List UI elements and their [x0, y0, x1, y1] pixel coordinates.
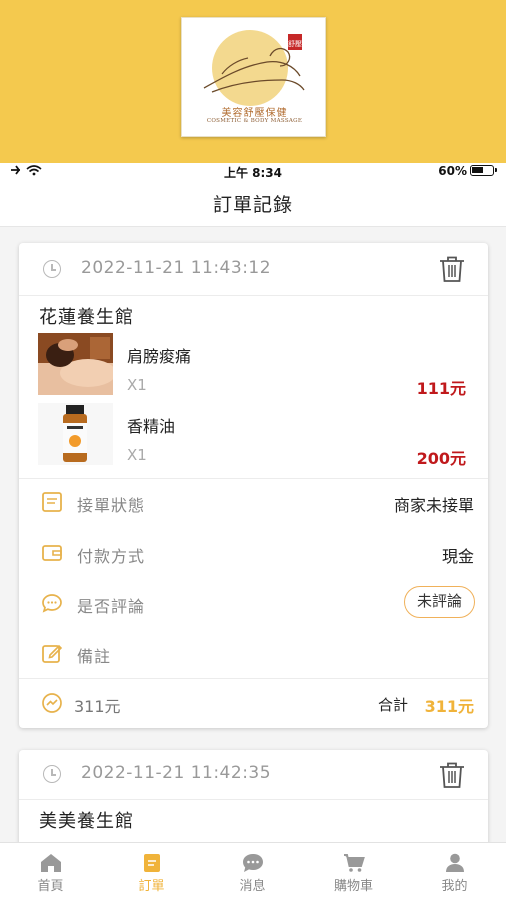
status-value: 商家未接單 [393, 496, 474, 515]
item-quantity: X1 [127, 446, 147, 464]
item-name: 肩膀痠痛 [127, 347, 192, 366]
trash-icon[interactable] [437, 760, 467, 790]
order-timestamp: 2022-11-21 11:42:35 [81, 763, 272, 783]
tab-profile[interactable]: 我的 [404, 843, 505, 900]
tab-label: 消息 [239, 879, 266, 894]
item-quantity: X1 [127, 376, 147, 394]
orders-icon [144, 854, 160, 872]
divider [19, 478, 488, 479]
divider [19, 295, 488, 296]
tab-home[interactable]: 首頁 [0, 843, 101, 900]
note-label: 備註 [77, 647, 112, 666]
shop-name: 美美養生館 [39, 811, 134, 832]
home-icon [41, 854, 61, 872]
total-label: 合計 [377, 696, 408, 714]
tab-bar: 首頁 訂單 消息 購物車 我的 [0, 842, 506, 900]
user-icon [446, 853, 464, 872]
order-header: 2022-11-21 11:43:12 [19, 243, 488, 295]
document-icon [42, 492, 62, 512]
order-header: 2022-11-21 11:42:35 [19, 750, 488, 798]
tab-messages[interactable]: 消息 [202, 843, 303, 900]
trash-icon[interactable] [437, 254, 467, 284]
brand-logo: 舒壓 美容舒壓保健 COSMETIC & BODY MASSAGE [181, 17, 326, 137]
tab-cart[interactable]: 購物車 [303, 843, 404, 900]
status-bar: 上午 8:34 60% [0, 163, 506, 181]
battery-percent: 60% [438, 164, 467, 178]
tab-orders[interactable]: 訂單 [101, 843, 202, 900]
brand-name-en: COSMETIC & BODY MASSAGE [206, 118, 303, 124]
battery-icon [470, 165, 497, 176]
divider [19, 678, 488, 679]
header-banner: 舒壓 美容舒壓保健 COSMETIC & BODY MASSAGE [0, 0, 506, 163]
tab-label: 首頁 [37, 879, 64, 894]
payment-label: 付款方式 [77, 547, 146, 566]
battery-indicator: 60% [438, 164, 497, 178]
svg-text:舒壓: 舒壓 [288, 39, 302, 48]
item-price: 111元 [416, 379, 466, 398]
item-thumbnail [38, 403, 113, 465]
nav-bar: 訂單記錄 [0, 181, 506, 227]
subtotal-amount: 311元 [74, 697, 121, 716]
massage-photo [38, 333, 113, 395]
payment-value: 現金 [441, 547, 474, 566]
chat-icon [243, 854, 263, 872]
clock-icon [43, 260, 61, 278]
wallet-icon [42, 545, 62, 561]
tab-label: 訂單 [138, 879, 165, 894]
comment-icon [42, 594, 62, 613]
tab-label: 購物車 [333, 879, 373, 894]
edit-note-icon [42, 644, 63, 663]
status-label: 接單狀態 [77, 496, 146, 515]
essential-oil-bottle [38, 403, 113, 465]
item-price: 200元 [416, 449, 466, 468]
total-amount: 311元 [424, 697, 474, 716]
page-title: 訂單記錄 [212, 194, 293, 216]
item-name: 香精油 [127, 417, 176, 436]
trend-icon [42, 693, 62, 713]
status-time: 上午 8:34 [223, 166, 283, 180]
cart-icon [344, 854, 365, 872]
divider [19, 799, 488, 800]
order-card: 2022-11-21 11:43:12 花蓮養生館 肩膀痠痛 X1 111元 香… [19, 243, 488, 728]
clock-icon [43, 765, 61, 783]
brand-name-cn: 美容舒壓保健 [221, 108, 288, 119]
item-thumbnail [38, 333, 113, 395]
review-label: 是否評論 [77, 597, 146, 616]
review-status-button[interactable]: 未評論 [403, 586, 475, 618]
order-timestamp: 2022-11-21 11:43:12 [81, 258, 272, 278]
shop-name: 花蓮養生館 [39, 307, 134, 328]
tab-label: 我的 [441, 879, 468, 894]
